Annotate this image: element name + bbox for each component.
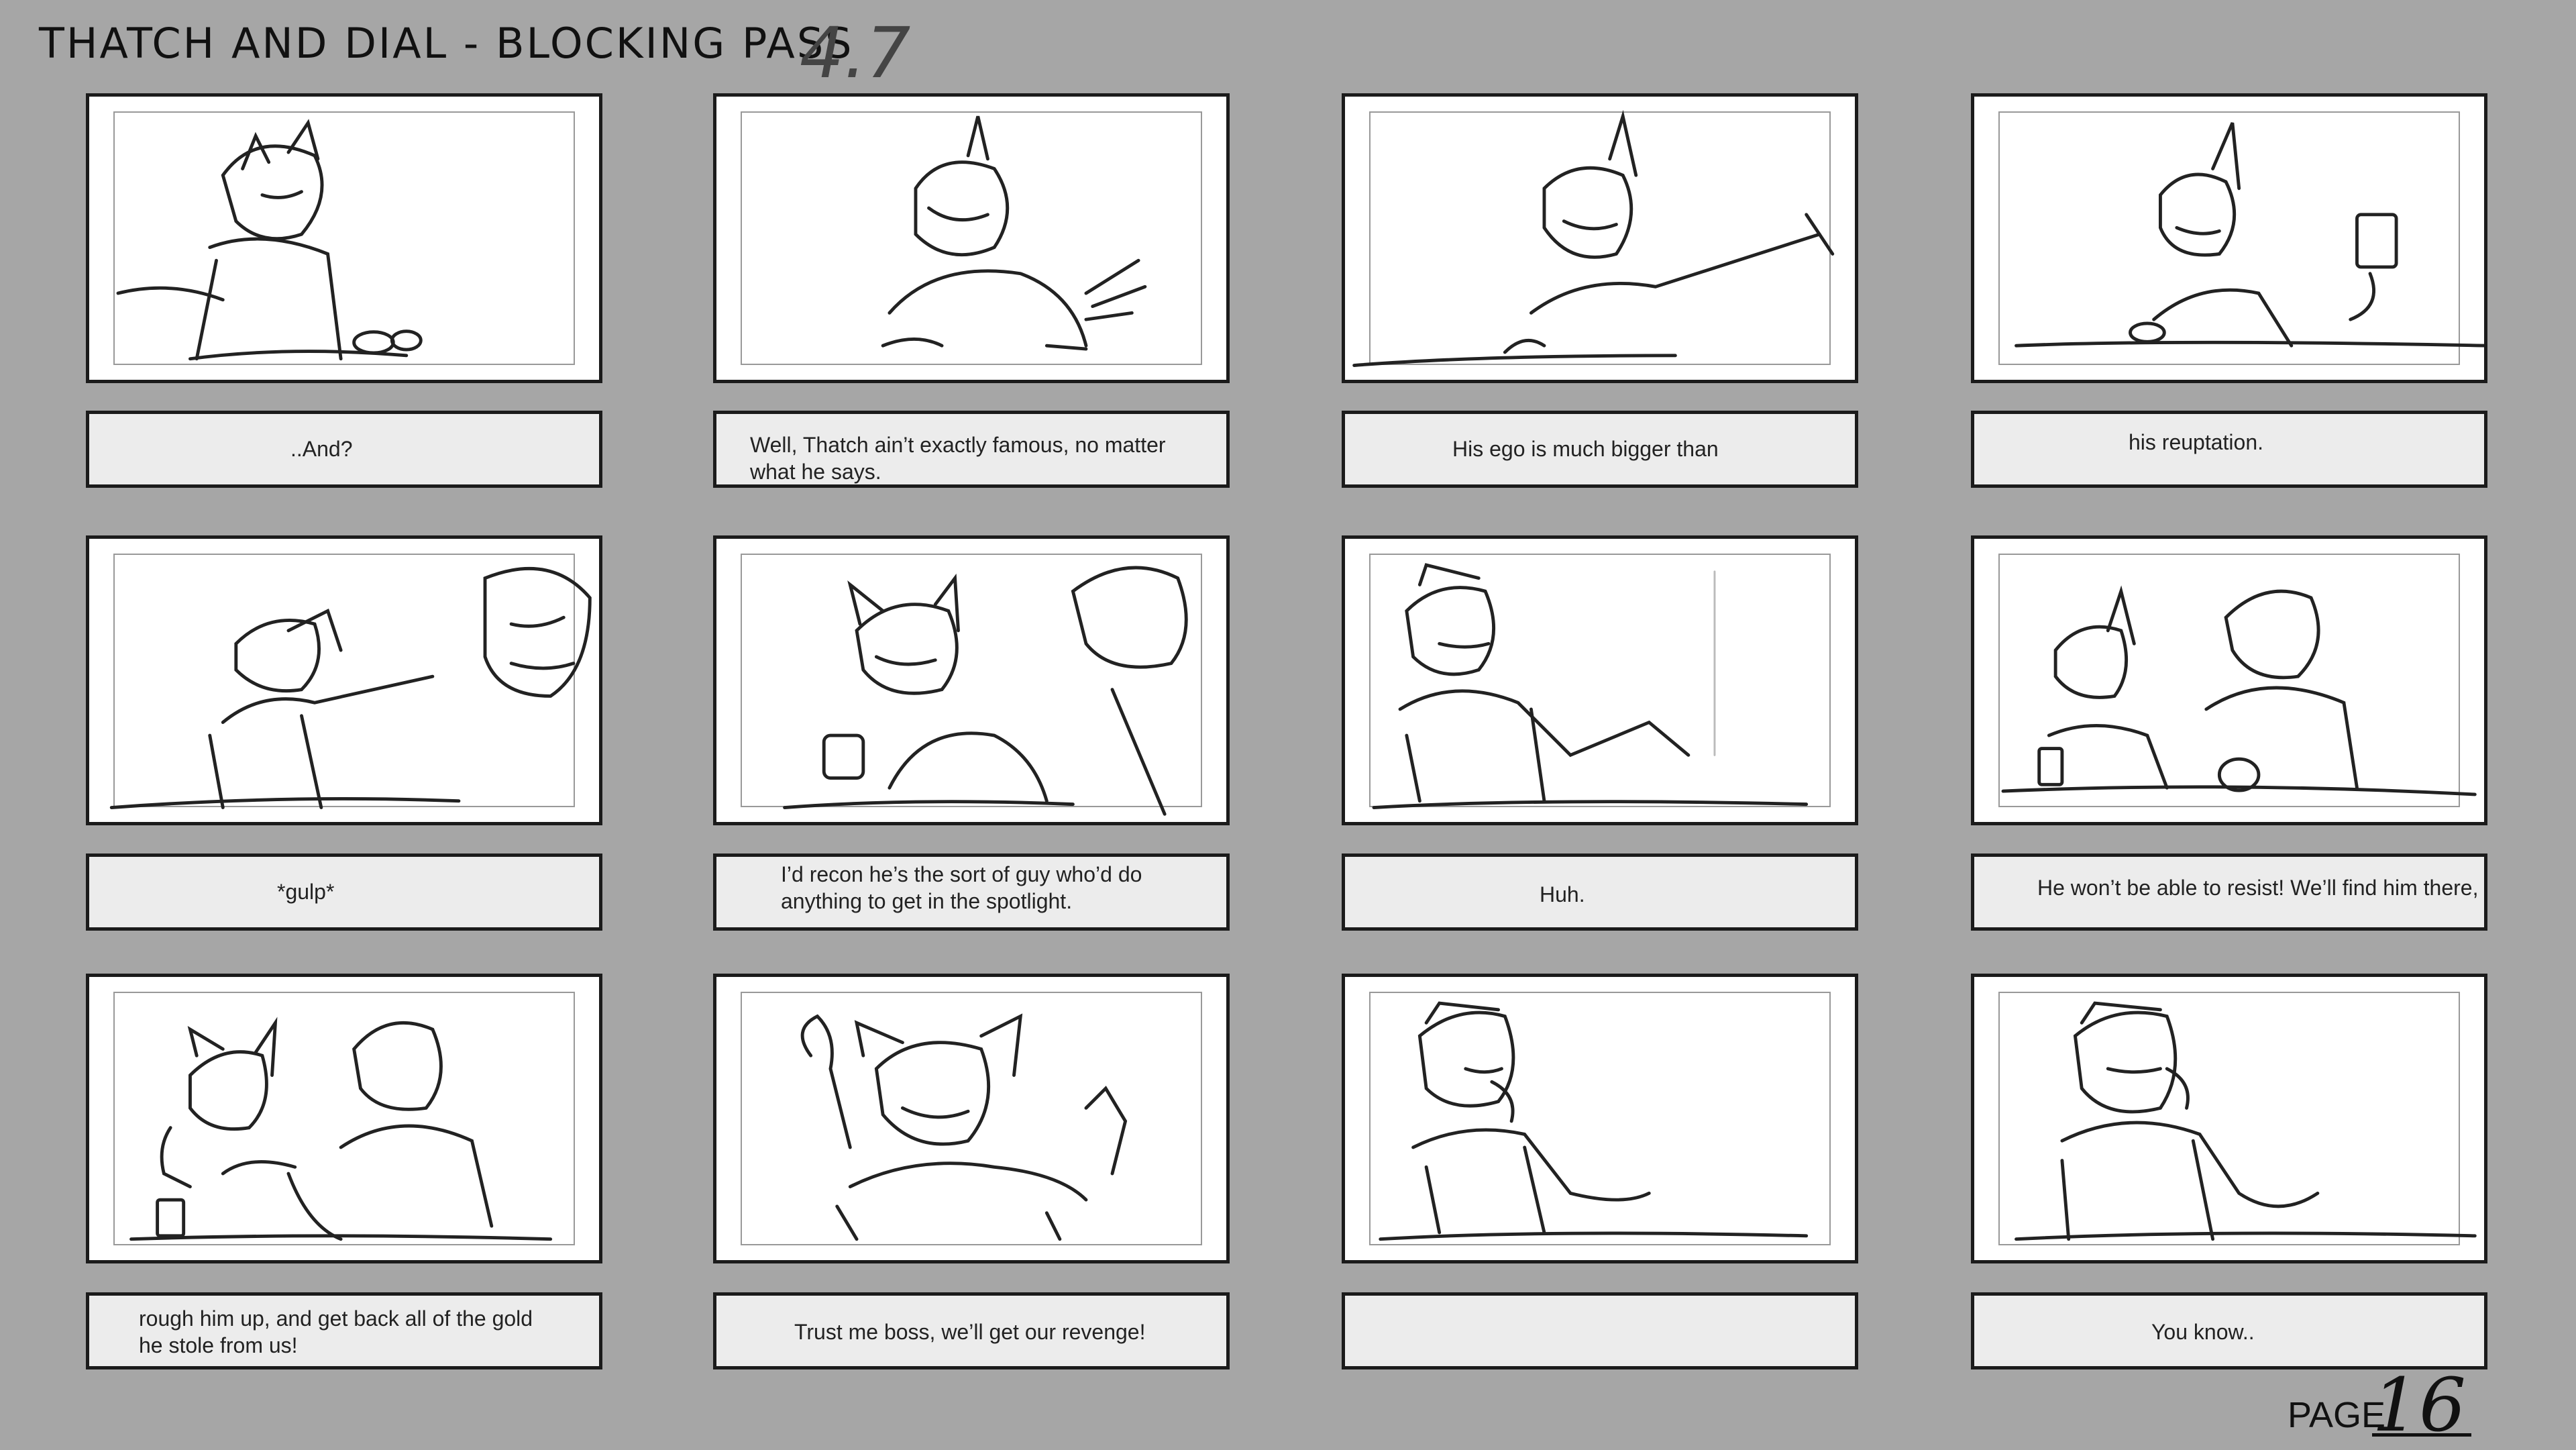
page-label: PAGE <box>2288 1395 2386 1435</box>
sketch-panel-3 <box>1352 109 1835 367</box>
panel-11 <box>1342 974 1858 1263</box>
panel-3 <box>1342 93 1858 383</box>
sketch-panel-4 <box>2015 122 2484 348</box>
dialogue-text: Huh. <box>1540 882 1585 907</box>
panel-2 <box>713 93 1230 383</box>
caption-box-8: He won’t be able to resist! We’ll find h… <box>1971 853 2487 931</box>
panel-12 <box>1971 974 2487 1263</box>
sketch-panel-7 <box>1372 563 1809 809</box>
sketch-panel-2 <box>881 115 1147 351</box>
storyboard-title: THATCH AND DIAL - BLOCKING PASS <box>39 19 854 68</box>
caption-box-12: You know.. <box>1971 1292 2487 1369</box>
caption-box-4: his reuptation. <box>1971 411 2487 488</box>
dialogue-text: *gulp* <box>277 880 335 904</box>
dialogue-text: He won’t be able to resist! We’ll find h… <box>2037 876 2479 900</box>
panel-9 <box>86 974 602 1263</box>
sketch-panel-6 <box>783 566 1188 816</box>
panel-10 <box>713 974 1230 1263</box>
dialogue-text: You know.. <box>2151 1320 2255 1344</box>
sketch-panel-11 <box>1379 1001 1809 1241</box>
dialogue-text: ..And? <box>290 437 353 461</box>
dialogue-text: his reuptation. <box>2129 430 2264 454</box>
sketch-panel-5 <box>109 566 592 809</box>
dialogue-text: Well, Thatch ain’t exactly famous, no ma… <box>750 433 1166 484</box>
sketch-panel-1 <box>116 119 423 361</box>
caption-box-6: I’d recon he’s the sort of guy who’d do … <box>713 853 1230 931</box>
page-underline <box>2372 1433 2471 1437</box>
panel-5 <box>86 535 602 825</box>
sketch-panel-10 <box>800 1013 1128 1241</box>
dialogue-text: rough him up, and get back all of the go… <box>139 1306 533 1357</box>
panel-7 <box>1342 535 1858 825</box>
dialogue-text: His ego is much bigger than <box>1452 437 1719 461</box>
caption-box-11 <box>1342 1292 1858 1369</box>
caption-box-7: Huh. <box>1342 853 1858 931</box>
sketch-panel-8 <box>2001 585 2477 796</box>
panel-4 <box>1971 93 2487 383</box>
caption-box-3: His ego is much bigger than <box>1342 411 1858 488</box>
panel-6 <box>713 535 1230 825</box>
dialogue-text: Trust me boss, we’ll get our revenge! <box>794 1320 1146 1344</box>
sketch-panel-9 <box>129 1017 553 1241</box>
panel-1 <box>86 93 602 383</box>
caption-box-1: ..And? <box>86 411 602 488</box>
version-number: 4.7 <box>800 12 911 94</box>
panel-8 <box>1971 535 2487 825</box>
caption-box-9: rough him up, and get back all of the go… <box>86 1292 602 1369</box>
dialogue-text: I’d recon he’s the sort of guy who’d do … <box>781 862 1142 913</box>
caption-box-10: Trust me boss, we’ll get our revenge! <box>713 1292 1230 1369</box>
caption-box-5: *gulp* <box>86 853 602 931</box>
sketch-panel-12 <box>2015 1001 2477 1241</box>
caption-box-2: Well, Thatch ain’t exactly famous, no ma… <box>713 411 1230 488</box>
